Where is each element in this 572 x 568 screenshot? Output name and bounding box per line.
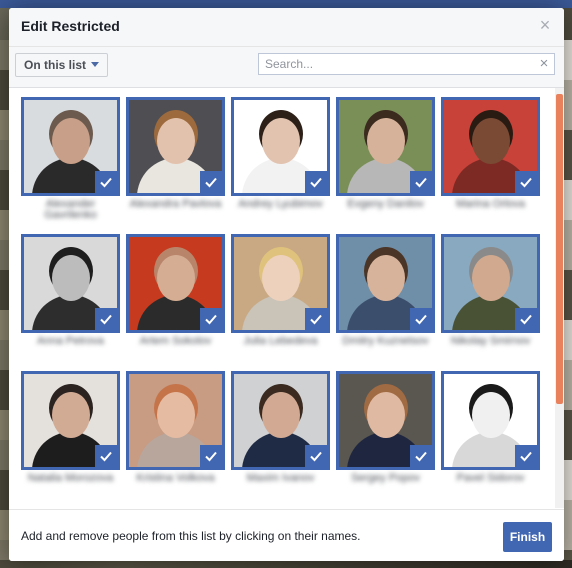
checkmark-icon[interactable] [95,308,117,330]
people-grid-area: Alexander Gavrilenko Alexandra Pavlova And… [9,88,564,508]
person-name[interactable]: Nikolay Smirnov [441,336,540,358]
checkmark-icon[interactable] [410,308,432,330]
search-input[interactable] [259,54,541,74]
finish-button[interactable]: Finish [503,522,552,552]
person-name[interactable]: Artem Sokolov [126,336,225,358]
profile-photo-frame [21,371,120,470]
profile-photo-frame [336,97,435,196]
person-name[interactable]: Marina Orlova [441,199,540,221]
person-name[interactable]: Andrey Lyubimov [231,199,330,221]
person-tile[interactable]: Andrey Lyubimov [231,97,330,224]
face-shape [52,392,90,438]
person-tile[interactable]: Sergey Popov [336,371,435,498]
scrollbar[interactable] [555,88,564,508]
face-shape [157,255,195,301]
face-shape [367,118,405,164]
face-shape [472,118,510,164]
person-tile[interactable]: Pavel Sidorov [441,371,540,498]
profile-photo-frame [231,97,330,196]
face-shape [367,255,405,301]
profile-photo-frame [441,97,540,196]
profile-photo-frame [126,97,225,196]
person-tile[interactable]: Artem Sokolov [126,234,225,361]
checkmark-icon[interactable] [305,445,327,467]
person-name[interactable]: Kristina Volkova [126,473,225,495]
checkmark-icon[interactable] [95,171,117,193]
person-name[interactable]: Natalia Morozova [21,473,120,495]
profile-photo-frame [126,371,225,470]
person-name[interactable]: Maxim Ivanov [231,473,330,495]
close-icon[interactable]: × [538,16,552,34]
person-tile[interactable]: Natalia Morozova [21,371,120,498]
checkmark-icon[interactable] [95,445,117,467]
face-shape [472,392,510,438]
dialog-title: Edit Restricted [21,18,120,34]
profile-photo-frame [441,234,540,333]
checkmark-icon[interactable] [410,445,432,467]
dialog-footer: Add and remove people from this list by … [9,509,564,561]
profile-photo-frame [21,234,120,333]
face-shape [367,392,405,438]
face-shape [157,118,195,164]
face-shape [157,392,195,438]
person-name[interactable]: Evgeny Danilov [336,199,435,221]
instruction-text: Add and remove people from this list by … [21,529,361,543]
profile-photo-frame [231,234,330,333]
person-tile[interactable]: Maxim Ivanov [231,371,330,498]
checkmark-icon[interactable] [200,171,222,193]
face-shape [262,392,300,438]
checkmark-icon[interactable] [200,445,222,467]
profile-photo-frame [231,371,330,470]
person-tile[interactable]: Alexander Gavrilenko [21,97,120,224]
checkmark-icon[interactable] [200,308,222,330]
scrollbar-thumb[interactable] [556,94,563,404]
search-box: × [258,53,555,75]
face-shape [52,118,90,164]
profile-photo-frame [21,97,120,196]
dialog-header: Edit Restricted × [9,8,564,47]
person-tile[interactable]: Evgeny Danilov [336,97,435,224]
chevron-down-icon [91,62,100,67]
list-filter-label: On this list [24,58,87,72]
profile-photo-frame [336,234,435,333]
face-shape [262,118,300,164]
person-tile[interactable]: Nikolay Smirnov [441,234,540,361]
checkmark-icon[interactable] [305,308,327,330]
edit-list-dialog: Edit Restricted × On this list × Alexand… [9,8,564,561]
person-tile[interactable]: Kristina Volkova [126,371,225,498]
checkmark-icon[interactable] [515,308,537,330]
profile-photo-frame [126,234,225,333]
person-name[interactable]: Dmitry Kuznetsov [336,336,435,358]
person-name[interactable]: Pavel Sidorov [441,473,540,495]
dialog-toolbar: On this list × [9,47,564,88]
person-name[interactable]: Alexandra Pavlova [126,199,225,221]
person-name[interactable]: Alexander Gavrilenko [21,199,120,221]
person-name[interactable]: Julia Lebedeva [231,336,330,358]
clear-search-icon[interactable]: × [537,56,551,72]
face-shape [262,255,300,301]
person-name[interactable]: Anna Petrova [21,336,120,358]
checkmark-icon[interactable] [515,445,537,467]
person-tile[interactable]: Anna Petrova [21,234,120,361]
profile-photo-frame [336,371,435,470]
checkmark-icon[interactable] [305,171,327,193]
person-tile[interactable]: Marina Orlova [441,97,540,224]
person-tile[interactable]: Dmitry Kuznetsov [336,234,435,361]
checkmark-icon[interactable] [515,171,537,193]
profile-photo-frame [441,371,540,470]
face-shape [52,255,90,301]
person-tile[interactable]: Alexandra Pavlova [126,97,225,224]
person-name[interactable]: Sergey Popov [336,473,435,495]
face-shape [472,255,510,301]
person-tile[interactable]: Julia Lebedeva [231,234,330,361]
top-navigation-bar [0,0,572,8]
list-filter-dropdown[interactable]: On this list [15,53,109,77]
checkmark-icon[interactable] [410,171,432,193]
